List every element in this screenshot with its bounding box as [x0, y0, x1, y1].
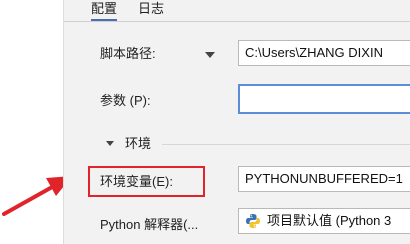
tab-divider: [64, 21, 410, 22]
python-icon: [246, 214, 260, 228]
parameters-label: 参数 (P):: [100, 93, 151, 108]
parameters-field[interactable]: [238, 84, 410, 114]
interpreter-label: Python 解释器(...: [100, 217, 199, 232]
interpreter-value: 项目默认值 (Python 3: [267, 213, 392, 228]
tab-config[interactable]: 配置: [91, 1, 118, 21]
script-path-label: 脚本路径:: [100, 46, 156, 61]
tab-bar: 配置 日志: [64, 0, 410, 22]
tab-log[interactable]: 日志: [138, 1, 164, 17]
environment-section-label[interactable]: 环境: [125, 136, 151, 152]
section-divider: [162, 144, 410, 145]
env-variables-field[interactable]: PYTHONUNBUFFERED=1: [238, 166, 410, 192]
chevron-down-icon[interactable]: [205, 52, 215, 58]
run-configuration-panel: 配置 日志 脚本路径: C:\Users\ZHANG DIXIN 参数 (P):…: [63, 0, 410, 244]
script-path-field[interactable]: C:\Users\ZHANG DIXIN: [238, 40, 410, 66]
chevron-down-icon[interactable]: [106, 141, 114, 146]
interpreter-select[interactable]: 项目默认值 (Python 3: [238, 208, 410, 234]
env-variables-label: 环境变量(E):: [100, 174, 173, 189]
